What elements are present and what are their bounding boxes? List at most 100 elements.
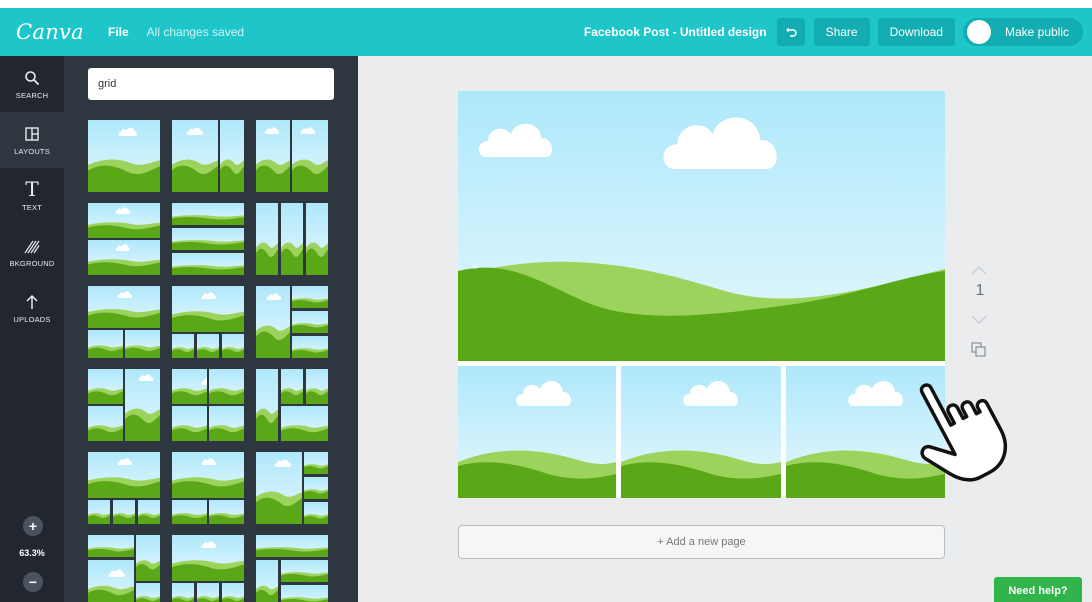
design-page[interactable]: ⌯ xyxy=(458,91,945,498)
landscape-image xyxy=(125,369,160,441)
undo-button[interactable] xyxy=(776,18,805,46)
photo-cell xyxy=(113,500,135,524)
photo-cell xyxy=(220,120,244,192)
layout-thumbnail[interactable] xyxy=(172,535,244,602)
layout-thumbnail[interactable] xyxy=(256,369,328,441)
rail-label: UPLOADS xyxy=(13,315,51,324)
page-up-button[interactable] xyxy=(970,262,988,278)
layout-thumbnail[interactable] xyxy=(88,120,160,192)
need-help-button[interactable]: Need help? xyxy=(994,577,1082,602)
zoom-out-button[interactable]: − xyxy=(23,572,43,592)
landscape-image xyxy=(172,334,194,358)
landscape-image xyxy=(172,369,207,404)
search-input[interactable] xyxy=(88,68,334,100)
layout-thumbnail[interactable] xyxy=(88,203,160,275)
photo-cell xyxy=(172,583,194,602)
layout-thumbnail[interactable] xyxy=(88,452,160,524)
left-rail: SEARCH LAYOUTS T TEXT BKGROUND UPLOADS +… xyxy=(0,56,64,602)
make-public-toggle[interactable]: Make public xyxy=(962,18,1083,46)
landscape-image xyxy=(197,583,219,602)
share-button[interactable]: Share xyxy=(813,18,870,46)
photo-cell xyxy=(281,406,328,441)
photo-cell xyxy=(292,286,328,308)
photo-cell xyxy=(306,369,328,404)
landscape-image xyxy=(88,560,134,602)
landscape-image xyxy=(88,500,110,524)
svg-text:⌯: ⌯ xyxy=(472,262,479,271)
rail-item-search[interactable]: SEARCH xyxy=(0,56,64,112)
main-photo-cell[interactable]: ⌯ xyxy=(458,91,945,361)
landscape-image xyxy=(306,203,328,275)
canva-logo[interactable]: Canva xyxy=(16,20,84,44)
landscape-image xyxy=(197,334,219,358)
photo-cell xyxy=(256,120,290,192)
photo-cell xyxy=(172,334,194,358)
layout-thumbnail[interactable] xyxy=(88,535,160,602)
photo-cell xyxy=(256,286,290,358)
copy-page-icon[interactable] xyxy=(971,342,987,358)
page-down-button[interactable] xyxy=(970,312,988,328)
landscape-image xyxy=(172,406,207,441)
bottom-photo-cell[interactable] xyxy=(458,366,616,498)
rail-item-uploads[interactable]: UPLOADS xyxy=(0,280,64,336)
layout-thumbnail[interactable] xyxy=(256,286,328,358)
add-page-button[interactable]: + Add a new page xyxy=(458,525,945,559)
layout-thumbnail[interactable] xyxy=(172,286,244,358)
layout-thumbnail[interactable] xyxy=(172,369,244,441)
rail-item-background[interactable]: BKGROUND xyxy=(0,224,64,280)
layout-thumbnail[interactable] xyxy=(256,535,328,602)
layout-thumbnail[interactable] xyxy=(88,369,160,441)
landscape-image xyxy=(172,500,207,524)
landscape-image xyxy=(256,560,278,602)
layouts-icon xyxy=(25,127,39,141)
download-button[interactable]: Download xyxy=(877,18,955,46)
landscape-image xyxy=(306,369,328,404)
zoom-level: 63.3% xyxy=(19,548,45,558)
landscape-image xyxy=(172,253,244,275)
search-icon xyxy=(25,71,40,86)
document-title[interactable]: Facebook Post - Untitled design xyxy=(584,25,767,39)
layout-thumbnail[interactable] xyxy=(172,120,244,192)
layout-results xyxy=(88,120,328,602)
layouts-panel xyxy=(64,56,358,602)
zoom-in-button[interactable]: + xyxy=(23,516,43,536)
photo-cell xyxy=(125,369,160,441)
chevron-up-icon xyxy=(971,266,987,275)
photo-cell xyxy=(304,452,328,474)
save-status: All changes saved xyxy=(146,25,245,39)
photo-cell xyxy=(256,560,278,602)
photo-cell xyxy=(88,500,110,524)
page-number: 1 xyxy=(975,282,985,299)
photo-cell xyxy=(256,535,328,557)
landscape-image xyxy=(292,286,328,308)
layout-thumbnail[interactable] xyxy=(256,452,328,524)
landscape-image xyxy=(88,330,123,358)
landscape-image xyxy=(304,502,328,524)
layout-thumbnail[interactable] xyxy=(172,203,244,275)
landscape-image xyxy=(292,311,328,333)
landscape-image xyxy=(125,330,160,358)
photo-cell xyxy=(88,286,160,328)
bottom-photo-cell[interactable] xyxy=(621,366,781,498)
layout-thumbnail[interactable] xyxy=(256,120,328,192)
landscape-image xyxy=(88,120,160,192)
layout-thumbnail[interactable] xyxy=(256,203,328,275)
landscape-image xyxy=(88,240,160,275)
toggle-knob[interactable] xyxy=(966,20,991,44)
landscape-image xyxy=(172,452,244,498)
landscape-image xyxy=(256,369,278,441)
landscape-image xyxy=(88,369,123,404)
photo-cell xyxy=(209,369,244,404)
photo-cell xyxy=(304,502,328,524)
layout-thumbnail[interactable] xyxy=(88,286,160,358)
landscape-image xyxy=(256,286,290,358)
rail-label: TEXT xyxy=(22,203,42,212)
file-menu[interactable]: File xyxy=(108,25,129,39)
layout-thumbnail[interactable] xyxy=(172,452,244,524)
rail-label: BKGROUND xyxy=(9,259,55,268)
rail-item-layouts[interactable]: LAYOUTS xyxy=(0,112,64,168)
rail-item-text[interactable]: T TEXT xyxy=(0,168,64,224)
photo-cell xyxy=(88,452,160,498)
photo-cell xyxy=(281,585,328,602)
landscape-image xyxy=(304,477,328,499)
